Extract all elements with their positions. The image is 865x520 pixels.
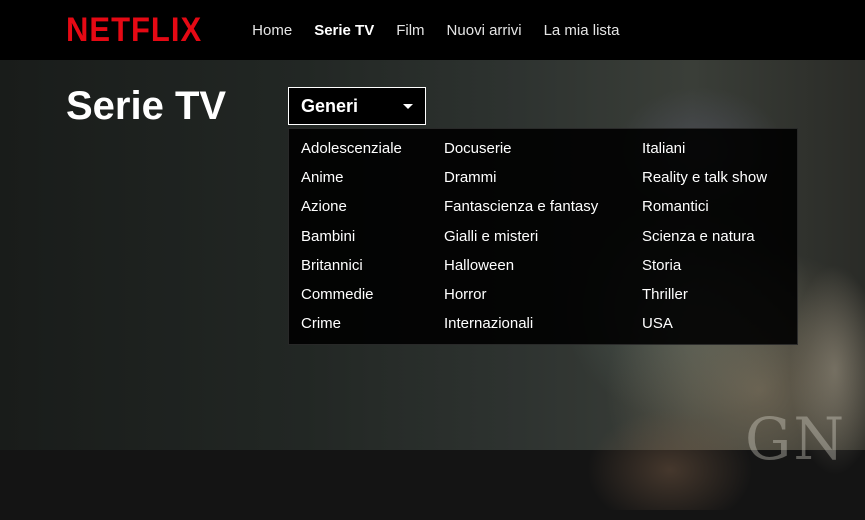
- genre-column-1: Adolescenziale Anime Azione Bambini Brit…: [301, 139, 402, 343]
- genre-item-crime[interactable]: Crime: [301, 314, 402, 343]
- genre-item-usa[interactable]: USA: [642, 314, 767, 343]
- genre-item-thriller[interactable]: Thriller: [642, 285, 767, 314]
- genre-item-horror[interactable]: Horror: [444, 285, 598, 314]
- main-nav: Home Serie TV Film Nuovi arrivi La mia l…: [252, 22, 619, 39]
- genre-item-storia[interactable]: Storia: [642, 256, 767, 285]
- genre-item-drammi[interactable]: Drammi: [444, 168, 598, 197]
- genre-item-britannici[interactable]: Britannici: [301, 256, 402, 285]
- genre-column-2: Docuserie Drammi Fantascienza e fantasy …: [444, 139, 598, 343]
- nav-item-nuovi-arrivi[interactable]: Nuovi arrivi: [447, 22, 522, 39]
- genre-item-halloween[interactable]: Halloween: [444, 256, 598, 285]
- nav-item-film[interactable]: Film: [396, 22, 424, 39]
- genre-item-anime[interactable]: Anime: [301, 168, 402, 197]
- genre-item-romantici[interactable]: Romantici: [642, 197, 767, 226]
- genre-item-gialli-e-misteri[interactable]: Gialli e misteri: [444, 227, 598, 256]
- top-navigation-bar: NETFLIX Home Serie TV Film Nuovi arrivi …: [0, 0, 865, 60]
- nav-item-home[interactable]: Home: [252, 22, 292, 39]
- genre-item-bambini[interactable]: Bambini: [301, 227, 402, 256]
- netflix-logo[interactable]: NETFLIX: [66, 10, 202, 50]
- genre-item-internazionali[interactable]: Internazionali: [444, 314, 598, 343]
- caret-down-icon: [403, 103, 413, 109]
- genre-item-commedie[interactable]: Commedie: [301, 285, 402, 314]
- genres-dropdown-button[interactable]: Generi: [288, 87, 426, 125]
- page-title: Serie TV: [66, 84, 227, 128]
- genre-item-scienza-e-natura[interactable]: Scienza e natura: [642, 227, 767, 256]
- genres-dropdown-label: Generi: [301, 95, 359, 116]
- genre-item-fantascienza-e-fantasy[interactable]: Fantascienza e fantasy: [444, 197, 598, 226]
- genre-item-azione[interactable]: Azione: [301, 197, 402, 226]
- genre-item-adolescenziale[interactable]: Adolescenziale: [301, 139, 402, 168]
- genre-item-italiani[interactable]: Italiani: [642, 139, 767, 168]
- nav-item-la-mia-lista[interactable]: La mia lista: [544, 22, 620, 39]
- hero-watermark: GN: [745, 405, 847, 473]
- genre-column-3: Italiani Reality e talk show Romantici S…: [642, 139, 767, 343]
- genres-dropdown-menu: Adolescenziale Anime Azione Bambini Brit…: [288, 128, 798, 345]
- genre-item-reality-e-talk-show[interactable]: Reality e talk show: [642, 168, 767, 197]
- nav-item-serie-tv[interactable]: Serie TV: [314, 22, 374, 39]
- genre-item-docuserie[interactable]: Docuserie: [444, 139, 598, 168]
